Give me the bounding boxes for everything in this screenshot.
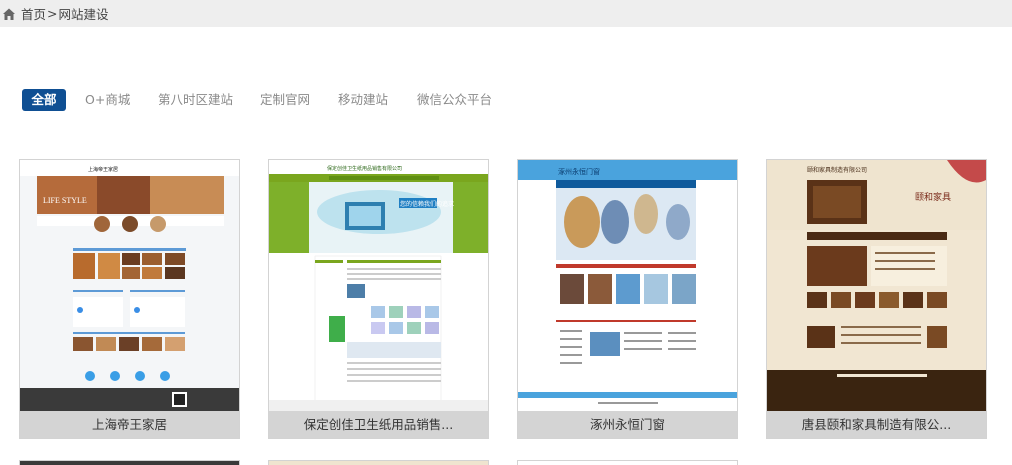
thumb-banner-text: LIFE STYLE bbox=[43, 196, 87, 205]
case-thumbnail: 上海帝王家居 LIFE STYLE bbox=[20, 160, 239, 411]
case-title[interactable]: 涿州永恒门窗 bbox=[518, 411, 737, 438]
case-card[interactable]: 颐和家具制造有限公司 颐和家具 唐县颐和家具制造有限公... bbox=[766, 159, 987, 439]
breadcrumb-separator: > bbox=[47, 6, 58, 21]
case-title[interactable]: 上海帝王家居 bbox=[20, 411, 239, 438]
case-card-partial[interactable] bbox=[19, 460, 240, 465]
thumb-site-title: 保定创佳卫生纸用品销售有限公司 bbox=[327, 165, 402, 172]
case-card[interactable]: 保定创佳卫生纸用品销售有限公司 您的信赖我们的追求 保定创佳卫生纸用品销售... bbox=[268, 159, 489, 439]
breadcrumb: 首页 > 网站建设 bbox=[2, 5, 109, 22]
tab-wechat-platform[interactable]: 微信公众平台 bbox=[417, 89, 492, 111]
case-thumbnail: 颐和家具制造有限公司 颐和家具 bbox=[767, 160, 986, 411]
case-card-partial[interactable] bbox=[268, 460, 489, 465]
tab-custom-site[interactable]: 定制官网 bbox=[260, 89, 310, 111]
breadcrumb-home-link[interactable]: 首页 bbox=[21, 4, 46, 23]
case-card[interactable]: 涿州永恒门窗 涿州永恒门窗 bbox=[517, 159, 738, 439]
breadcrumb-current: 网站建设 bbox=[58, 7, 109, 22]
case-card[interactable]: 上海帝王家居 LIFE STYLE 上海帝王家居 bbox=[19, 159, 240, 439]
case-title[interactable]: 唐县颐和家具制造有限公... bbox=[767, 411, 986, 438]
case-card-partial[interactable] bbox=[517, 460, 738, 465]
case-thumbnail: 涿州永恒门窗 bbox=[518, 160, 737, 411]
breadcrumb-bar: 首页 > 网站建设 bbox=[0, 0, 1012, 27]
thumb-site-title: 颐和家具制造有限公司 bbox=[807, 166, 867, 174]
tab-o-plus-mall[interactable]: O+商城 bbox=[85, 89, 130, 111]
tab-mobile-site[interactable]: 移动建站 bbox=[338, 89, 388, 111]
thumb-site-title: 涿州永恒门窗 bbox=[558, 167, 600, 176]
tab-all[interactable]: 全部 bbox=[22, 89, 66, 111]
home-icon[interactable] bbox=[2, 7, 16, 21]
thumb-banner-text: 您的信赖我们的追求 bbox=[400, 200, 454, 208]
case-thumbnail: 保定创佳卫生纸用品销售有限公司 您的信赖我们的追求 bbox=[269, 160, 488, 411]
tab-eighth-timezone[interactable]: 第八时区建站 bbox=[158, 89, 233, 111]
case-title[interactable]: 保定创佳卫生纸用品销售... bbox=[269, 411, 488, 438]
thumb-banner-text: 颐和家具 bbox=[915, 191, 951, 202]
thumb-site-title: 上海帝王家居 bbox=[88, 166, 118, 173]
